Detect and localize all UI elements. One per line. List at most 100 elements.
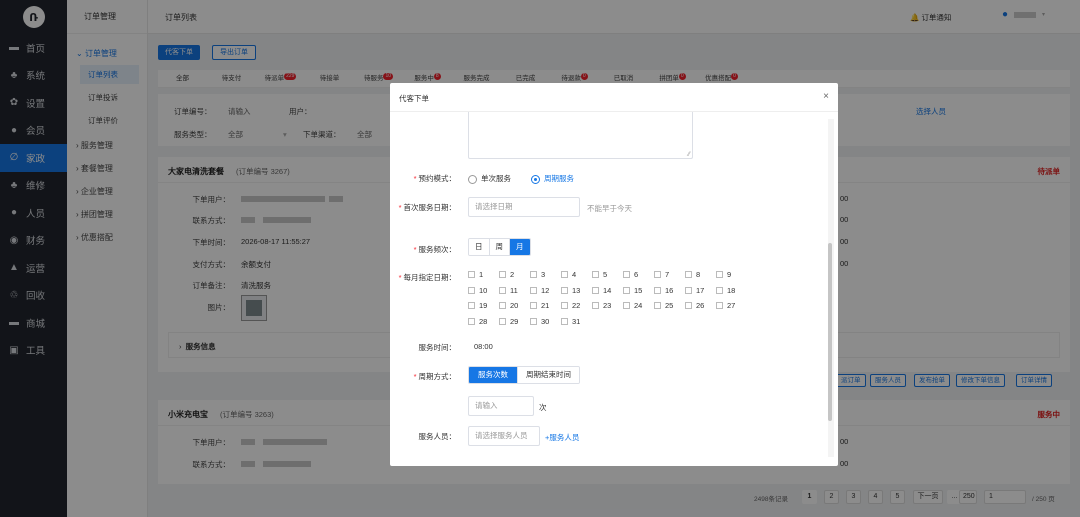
day-checkbox[interactable]: 28 [468,317,499,326]
checkbox-icon [623,271,630,278]
frequency-day-option[interactable]: 日 [469,239,490,255]
day-checkbox[interactable]: 6 [623,270,654,279]
day-checkbox[interactable]: 26 [685,301,716,310]
checkbox-icon [468,317,475,325]
day-label: 5 [603,270,608,279]
day-label: 24 [634,301,643,310]
service-count-input[interactable]: 请输入 [468,396,534,416]
remark-textarea[interactable]: ⁄⁄ [468,112,693,159]
day-label: 20 [510,301,519,310]
checkbox-icon [561,317,568,325]
checkbox-icon [499,302,506,309]
service-staff-input[interactable]: 请选择服务人员 [468,426,540,446]
checkbox-icon [592,302,599,309]
day-label: 16 [665,285,674,295]
checkbox-icon [654,286,661,294]
cycle-count-option[interactable]: 服务次数 [469,367,518,383]
day-checkbox[interactable]: 19 [468,301,499,310]
proxy-order-dialog: 代客下单 × ⁄⁄ * 预约模式： 单次服务 周期服务 * 首次服务日期： 请选择日… [390,83,838,466]
checkbox-icon [592,286,599,294]
checkbox-icon [561,271,568,278]
checkbox-icon [685,271,692,278]
mode-radio-periodic[interactable]: 周期服务 [531,173,574,184]
day-checkbox[interactable]: 23 [592,301,623,310]
day-checkbox[interactable]: 13 [561,286,592,295]
day-label: 14 [603,285,612,295]
add-staff-link[interactable]: +服务人员 [545,432,579,443]
first-date-hint: 不能早于今天 [587,204,632,213]
checkbox-icon [685,286,692,294]
day-checkbox[interactable]: 12 [530,286,561,295]
service-count-unit: 次 [539,403,547,412]
day-checkbox[interactable]: 11 [499,286,530,295]
day-label: 15 [634,285,643,295]
checkbox-icon [530,286,537,294]
day-checkbox[interactable]: 31 [561,317,592,326]
checkbox-icon [499,271,506,278]
service-time-picker[interactable]: 08:00 [474,342,493,351]
day-checkbox[interactable]: 29 [499,317,530,326]
day-checkbox[interactable]: 2 [499,270,530,279]
checkbox-icon [561,286,568,294]
day-label: 21 [541,301,550,310]
checkbox-icon [468,271,475,278]
dialog-title: 代客下单 [399,94,429,103]
day-label: 25 [665,301,674,310]
checkbox-icon [592,271,599,278]
close-icon[interactable]: × [823,91,829,102]
service-time-label: 服务时间： [418,343,457,352]
day-checkbox[interactable]: 3 [530,270,561,279]
frequency-segmented-control: 日 周 月 [468,238,531,256]
day-label: 2 [510,270,515,279]
checkbox-icon [530,317,537,325]
day-checkbox[interactable]: 9 [716,270,747,279]
day-checkbox[interactable]: 27 [716,301,747,310]
day-checkbox[interactable]: 22 [561,301,592,310]
day-label: 7 [665,270,670,279]
day-checkbox[interactable]: 14 [592,286,623,295]
day-checkbox[interactable]: 16 [654,286,685,295]
checkbox-icon [623,302,630,309]
day-checkbox[interactable]: 5 [592,270,623,279]
day-label: 4 [572,270,577,279]
day-label: 27 [727,301,736,310]
resize-handle-icon: ⁄⁄ [687,152,690,158]
day-checkbox[interactable]: 30 [530,317,561,326]
checkbox-icon [716,271,723,278]
day-checkbox[interactable]: 10 [468,286,499,295]
first-date-label: * 首次服务日期： [398,203,456,212]
checkbox-icon [654,302,661,309]
day-label: 26 [696,301,705,310]
checkbox-icon [468,286,475,294]
frequency-month-option[interactable]: 月 [510,239,530,255]
monthly-days-label: * 每月指定日期： [398,273,456,282]
day-label: 6 [634,270,639,279]
frequency-label: * 服务频次： [413,245,456,254]
checkbox-icon [499,286,506,294]
day-label: 8 [696,270,701,279]
day-checkbox[interactable]: 1 [468,270,499,279]
checkbox-icon [716,286,723,294]
checkbox-icon [654,271,661,278]
day-checkbox[interactable]: 17 [685,286,716,295]
day-checkbox[interactable]: 18 [716,286,747,295]
day-label: 22 [572,301,581,310]
cycle-end-time-option[interactable]: 周期结束时间 [518,367,579,383]
day-checkbox[interactable]: 21 [530,301,561,310]
checkbox-icon [499,317,506,325]
day-label: 9 [727,270,732,279]
mode-radio-single[interactable]: 单次服务 [468,173,511,184]
day-checkbox[interactable]: 25 [654,301,685,310]
radio-icon [468,174,477,184]
day-checkbox[interactable]: 24 [623,301,654,310]
day-checkbox[interactable]: 4 [561,270,592,279]
day-checkbox[interactable]: 7 [654,270,685,279]
scrollbar-thumb[interactable] [828,243,832,421]
frequency-week-option[interactable]: 周 [489,239,510,255]
first-date-picker[interactable]: 请选择日期 [468,197,580,217]
checkbox-icon [685,302,692,309]
day-checkbox[interactable]: 8 [685,270,716,279]
day-checkbox[interactable]: 15 [623,286,654,295]
checkbox-icon [530,271,537,278]
day-checkbox[interactable]: 20 [499,301,530,310]
